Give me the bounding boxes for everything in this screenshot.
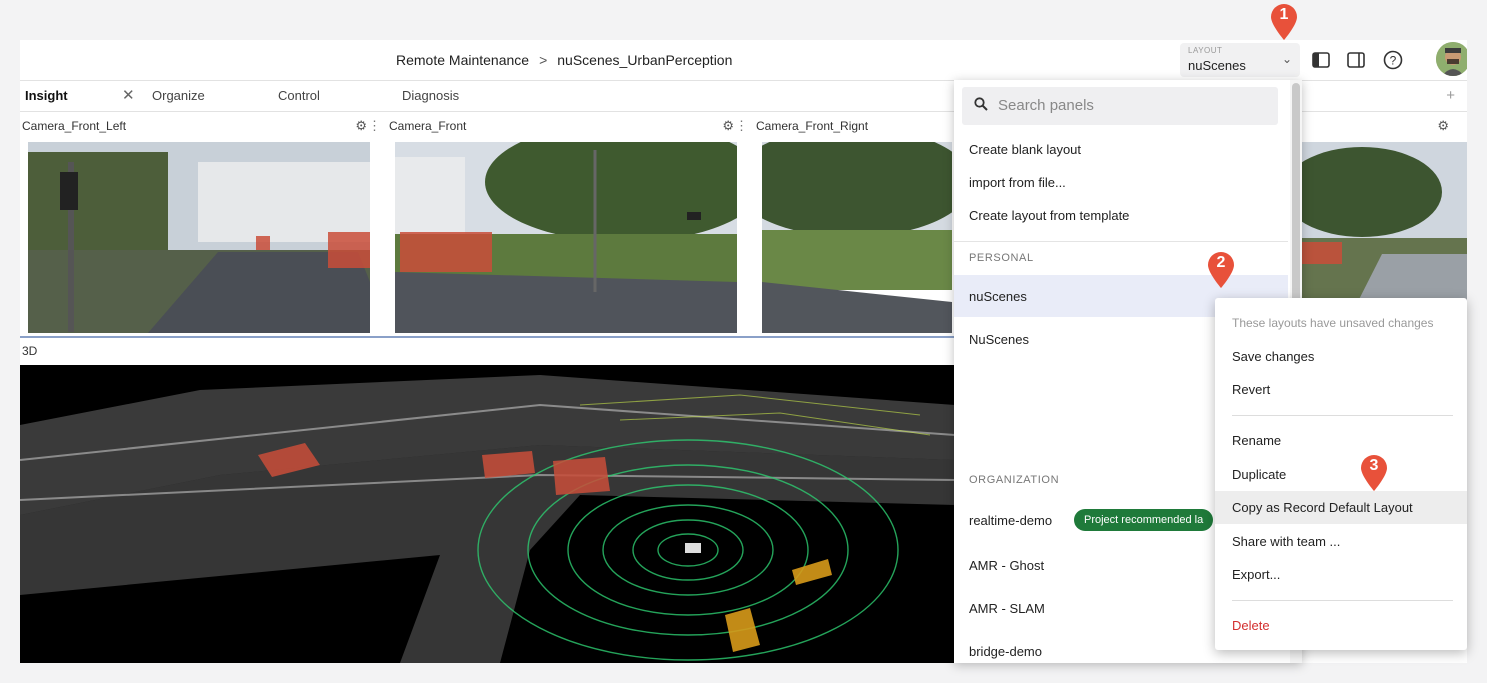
layout-item-realtime-demo[interactable]: realtime-demo: [969, 513, 1052, 528]
step-number: 1: [1279, 6, 1289, 23]
gear-icon[interactable]: ⚙: [355, 112, 367, 140]
step-number: 3: [1369, 457, 1379, 474]
gear-icon[interactable]: ⚙: [722, 112, 734, 140]
search-panels-field[interactable]: Search panels: [962, 87, 1278, 125]
layout-context-menu: These layouts have unsaved changes Save …: [1215, 298, 1467, 650]
more-icon[interactable]: ⋮: [368, 112, 381, 140]
step-number: 2: [1216, 254, 1226, 271]
create-from-template-item[interactable]: Create layout from template: [969, 208, 1129, 223]
panel-header-cam-rear: ⚙: [1302, 112, 1467, 140]
panel-header-cam-left: Camera_Front_Left ⚙ ⋮: [20, 112, 385, 140]
tab-insight[interactable]: Insight: [25, 81, 68, 111]
more-icon[interactable]: ⋮: [735, 112, 748, 140]
tab-diagnosis[interactable]: Diagnosis: [402, 81, 459, 111]
svg-text:?: ?: [1390, 54, 1397, 68]
tab-organize[interactable]: Organize: [152, 81, 205, 111]
close-icon[interactable]: ✕: [122, 81, 135, 111]
layout-label: LAYOUT: [1188, 46, 1223, 55]
divider: [954, 241, 1288, 242]
3d-view-canvas[interactable]: [20, 365, 955, 663]
revert-item[interactable]: Revert: [1232, 382, 1270, 397]
left-sidebar-icon[interactable]: [1308, 47, 1334, 73]
layout-item-nuscenes-2[interactable]: NuScenes: [969, 332, 1029, 347]
organization-section-header: ORGANIZATION: [969, 474, 1060, 486]
camera-front-image: [395, 142, 737, 333]
step-marker-1: 1: [1268, 1, 1300, 41]
copy-as-record-default-layout-item[interactable]: Copy as Record Default Layout: [1232, 500, 1413, 515]
panel-title: Camera_Front_Rignt: [756, 119, 869, 133]
search-placeholder: Search panels: [998, 97, 1094, 114]
user-avatar[interactable]: [1436, 42, 1467, 76]
camera-front-right-image: [762, 142, 952, 333]
divider: [1232, 600, 1453, 601]
top-bar: Remote Maintenance > nuScenes_UrbanPercept…: [20, 40, 1467, 81]
step-marker-2: 2: [1205, 249, 1237, 289]
personal-section-header: PERSONAL: [969, 252, 1034, 264]
layout-item-bridge-demo[interactable]: bridge-demo: [969, 644, 1042, 659]
add-tab-icon[interactable]: +: [1446, 81, 1455, 111]
layout-selector[interactable]: LAYOUT nuScenes ⌄: [1180, 43, 1300, 77]
delete-item[interactable]: Delete: [1232, 618, 1270, 633]
panel-title: Camera_Front: [389, 119, 467, 133]
divider: [1232, 415, 1453, 416]
panel-header-cam-front: Camera_Front ⚙ ⋮: [387, 112, 752, 140]
breadcrumb-project[interactable]: Remote Maintenance: [396, 52, 529, 68]
layout-value: nuScenes: [1188, 58, 1246, 73]
help-icon[interactable]: ?: [1380, 47, 1406, 73]
breadcrumb-separator: >: [539, 52, 548, 68]
unsaved-changes-note: These layouts have unsaved changes: [1232, 316, 1434, 330]
gear-icon[interactable]: ⚙: [1437, 112, 1449, 140]
duplicate-item[interactable]: Duplicate: [1232, 467, 1286, 482]
camera-front-left-image: [28, 142, 370, 333]
layout-item-amr-ghost[interactable]: AMR - Ghost: [969, 558, 1044, 573]
search-icon: [974, 97, 988, 114]
panel-title: Camera_Front_Left: [22, 119, 127, 133]
export-item[interactable]: Export...: [1232, 567, 1280, 582]
step-marker-3: 3: [1358, 452, 1390, 492]
panel-header-cam-right: Camera_Front_Rignt: [754, 112, 954, 140]
share-with-team-item[interactable]: Share with team ...: [1232, 534, 1340, 549]
layout-item-amr-slam[interactable]: AMR - SLAM: [969, 601, 1045, 616]
rename-item[interactable]: Rename: [1232, 433, 1281, 448]
breadcrumb: Remote Maintenance > nuScenes_UrbanPercept…: [396, 40, 732, 80]
chevron-down-icon[interactable]: ⌄: [1282, 52, 1292, 66]
layout-item-nuscenes[interactable]: nuScenes: [969, 289, 1027, 304]
import-from-file-item[interactable]: import from file...: [969, 175, 1066, 190]
right-sidebar-icon[interactable]: [1343, 47, 1369, 73]
save-changes-item[interactable]: Save changes: [1232, 349, 1314, 364]
create-blank-layout-item[interactable]: Create blank layout: [969, 142, 1081, 157]
tab-control[interactable]: Control: [278, 81, 320, 111]
recommended-badge: Project recommended la: [1074, 509, 1214, 531]
breadcrumb-recording[interactable]: nuScenes_UrbanPerception: [557, 52, 732, 68]
